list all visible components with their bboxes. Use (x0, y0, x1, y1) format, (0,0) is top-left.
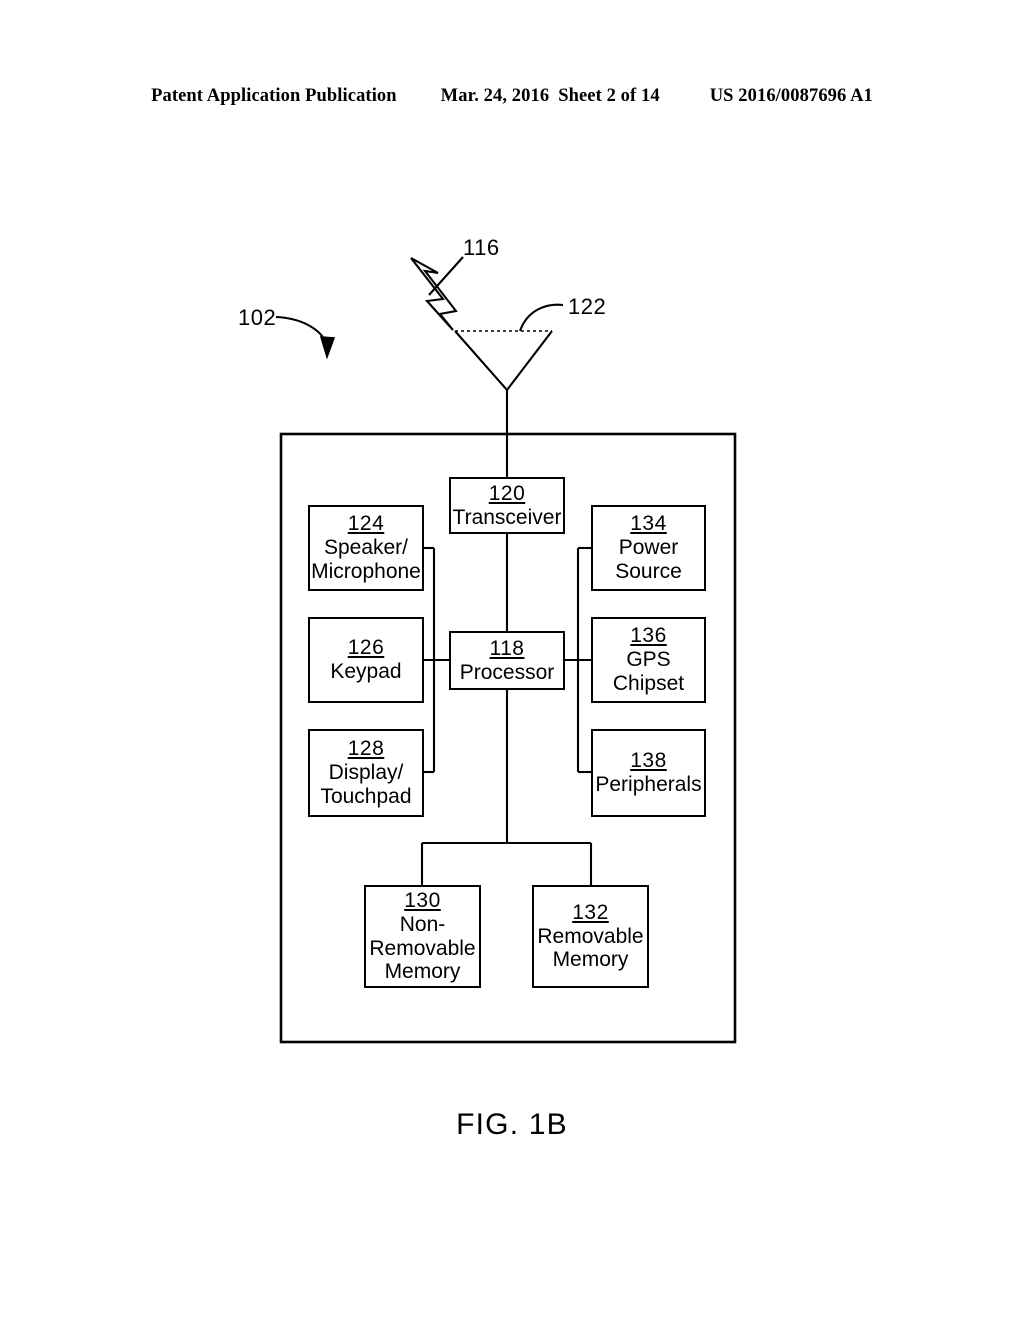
block-non-removable-memory: 130 Non- Removable Memory (364, 885, 481, 988)
block-label-peripherals: Peripherals (595, 773, 702, 796)
block-ref-138: 138 (630, 749, 667, 773)
bus-memory (420, 841, 593, 885)
callout-102: 102 (238, 305, 277, 330)
block-ref-132: 132 (572, 900, 609, 924)
block-ref-134: 134 (630, 512, 667, 536)
block-ref-124: 124 (347, 512, 385, 536)
block-power-source: 134 Power Source (591, 505, 706, 591)
block-label-non-removable-memory: Non- Removable Memory (369, 912, 476, 984)
block-label-speaker-microphone: Speaker/ Microphone (311, 536, 421, 583)
block-label-power-source: Power Source (615, 536, 682, 583)
block-ref-136: 136 (630, 624, 667, 648)
block-transceiver: 120 Transceiver (449, 477, 565, 534)
patent-figure-1b: 102 116 122 120 Transceiver 124 Speaker/… (0, 0, 1024, 1320)
bus-left-peripherals (424, 546, 449, 774)
block-gps-chipset: 136 GPS Chipset (591, 617, 706, 703)
block-ref-118: 118 (489, 636, 525, 660)
block-removable-memory: 132 Removable Memory (532, 885, 649, 988)
block-processor: 118 Processor (449, 631, 565, 690)
block-ref-130: 130 (404, 888, 441, 912)
figure-caption: FIG. 1B (456, 1108, 568, 1141)
leader-102 (275, 315, 336, 360)
callout-116: 116 (463, 235, 500, 260)
block-label-removable-memory: Removable Memory (537, 924, 644, 972)
callout-122: 122 (568, 294, 607, 319)
block-keypad: 126 Keypad (308, 617, 424, 703)
block-label-display-touchpad: Display/ Touchpad (320, 761, 412, 808)
block-speaker-microphone: 124 Speaker/ Microphone (308, 505, 424, 591)
block-ref-128: 128 (347, 737, 385, 761)
block-display-touchpad: 128 Display/ Touchpad (308, 729, 424, 817)
block-label-transceiver: Transceiver (452, 505, 562, 529)
block-ref-126: 126 (347, 636, 385, 660)
lightning-bolt-icon (410, 257, 458, 331)
leader-122 (519, 303, 564, 332)
block-ref-120: 120 (488, 481, 526, 505)
block-label-gps-chipset: GPS Chipset (612, 648, 685, 695)
block-label-keypad: Keypad (330, 660, 402, 683)
block-peripherals: 138 Peripherals (591, 729, 706, 817)
antenna-icon (454, 330, 553, 477)
bus-right-peripherals (565, 546, 591, 774)
block-label-processor: Processor (459, 660, 555, 684)
